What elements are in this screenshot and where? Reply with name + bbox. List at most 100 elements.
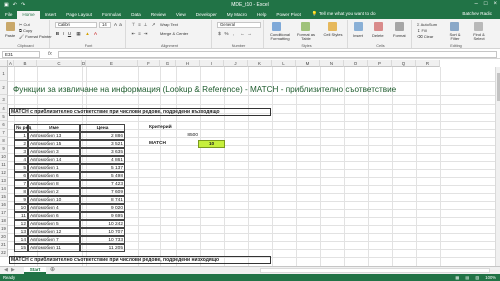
column-header-j[interactable]: J [224, 60, 248, 67]
find-select-icon[interactable] [474, 22, 483, 31]
section-ascending-title[interactable]: MATCH с приблизително съответствие при ч… [9, 108, 271, 116]
next-sheet-icon[interactable]: ▶ [11, 267, 15, 274]
format-cells-icon[interactable] [395, 22, 404, 31]
minimize-icon[interactable]: – [475, 1, 478, 7]
decrease-font-icon[interactable]: a [118, 22, 123, 27]
number-format-select[interactable]: General [217, 22, 261, 28]
fill-color-icon[interactable]: ▲ [85, 31, 90, 36]
tab-home[interactable]: Home [17, 11, 40, 19]
add-sheet-icon[interactable]: ⊕ [50, 267, 55, 274]
percent-icon[interactable]: % [224, 31, 229, 36]
cell-styles-button[interactable]: Cell Styles [322, 33, 344, 37]
row-number-cell[interactable]: 11 [14, 212, 28, 220]
delete-cells-icon[interactable] [374, 22, 383, 31]
prev-sheet-icon[interactable]: ◀ [4, 267, 8, 274]
sort-filter-button[interactable]: Sort & Filter [445, 33, 465, 41]
table-header-cell[interactable]: Цена [80, 124, 125, 132]
tab-insert[interactable]: Insert [40, 11, 62, 19]
align-center-icon[interactable]: ≡ [137, 31, 142, 36]
row-header-20[interactable]: 20 [0, 233, 8, 241]
column-header-e[interactable]: E [86, 60, 138, 67]
price-cell[interactable]: 9 695 [80, 212, 125, 220]
price-cell[interactable]: 10 707 [80, 228, 125, 236]
insert-cells-button[interactable]: Insert [353, 33, 363, 38]
row-header-15[interactable]: 15 [0, 193, 8, 201]
conditional-formatting-button[interactable]: Conditional Formatting [267, 33, 293, 41]
sheet-title[interactable]: Функции за извличане на информация (Look… [13, 85, 396, 94]
price-cell[interactable]: 3 635 [80, 148, 125, 156]
autosum-button[interactable]: Σ AutoSum [417, 22, 437, 27]
page-break-view-icon[interactable]: ▥ [475, 274, 479, 281]
row-number-cell[interactable]: 5 [14, 164, 28, 172]
tell-me-search[interactable]: 💡 Tell me what you want to do [312, 11, 376, 19]
borders-icon[interactable]: ▦ [76, 31, 81, 36]
fill-button[interactable]: ↧ Fill [417, 28, 427, 33]
column-header-l[interactable]: L [272, 60, 296, 67]
row-header-3[interactable]: 3 [0, 95, 8, 104]
price-cell[interactable]: 5 137 [80, 164, 125, 172]
row-header-16[interactable]: 16 [0, 201, 8, 209]
align-bottom-icon[interactable]: ⊥ [143, 22, 148, 27]
row-header-4[interactable]: 4 [0, 104, 8, 113]
formula-input[interactable] [58, 51, 497, 58]
column-header-o[interactable]: O [344, 60, 368, 67]
row-number-cell[interactable]: 6 [14, 172, 28, 180]
fx-icon[interactable]: fx [48, 51, 52, 57]
tab-developer[interactable]: Developer [191, 11, 222, 19]
zoom-level[interactable]: 100% [485, 274, 496, 281]
column-header-r[interactable]: R [416, 60, 440, 67]
table-header-cell[interactable]: Име [28, 124, 80, 132]
tab-page-layout[interactable]: Page Layout [61, 11, 97, 19]
name-cell[interactable]: Автомобил 12 [28, 228, 80, 236]
wrap-text-button[interactable]: Wrap Text [160, 22, 178, 27]
price-cell[interactable]: 11 205 [80, 244, 125, 252]
criteria-label[interactable]: Критерий [149, 125, 172, 130]
name-cell[interactable]: Автомобил 15 [28, 140, 80, 148]
worksheet-grid[interactable]: ABCDEFGHIJKLMNOPQR 1 2 3 4 5 6 7 8 9 10 11 12 13 14 15… [0, 60, 500, 266]
row-number-cell[interactable]: 7 [14, 180, 28, 188]
tab-my-macro[interactable]: My Macro [222, 11, 252, 19]
page-layout-view-icon[interactable]: ▤ [465, 274, 469, 281]
row-header-2[interactable]: 2 [0, 81, 8, 95]
copy-button[interactable]: ⧉ Copy [19, 28, 32, 33]
row-number-cell[interactable]: 14 [14, 236, 28, 244]
column-header-n[interactable]: N [320, 60, 344, 67]
tab-formulas[interactable]: Formulas [97, 11, 126, 19]
name-cell[interactable]: Автомобил 13 [28, 132, 80, 140]
row-number-cell[interactable]: 10 [14, 204, 28, 212]
row-header-6[interactable]: 6 [0, 121, 8, 129]
price-cell[interactable]: 8 741 [80, 196, 125, 204]
criteria-value[interactable]: 8500 [180, 133, 198, 138]
cell-styles-icon[interactable] [328, 22, 337, 31]
price-cell[interactable]: 2 886 [80, 132, 125, 140]
tab-help[interactable]: Help [252, 11, 271, 19]
name-cell[interactable]: Автомобил 1 [28, 164, 80, 172]
orientation-icon[interactable]: ↗ [151, 22, 156, 27]
tab-power-pivot[interactable]: Power Pivot [271, 11, 306, 19]
maximize-icon[interactable]: □ [484, 1, 488, 7]
align-middle-icon[interactable]: ≡ [137, 22, 142, 27]
row-number-cell[interactable]: 1 [14, 132, 28, 140]
find-select-button[interactable]: Find & Select [468, 33, 490, 41]
align-right-icon[interactable]: ⇥ [143, 31, 148, 36]
format-as-table-icon[interactable] [301, 22, 310, 31]
align-top-icon[interactable]: ⊤ [131, 22, 136, 27]
tab-review[interactable]: Review [146, 11, 171, 19]
currency-icon[interactable]: $ [217, 31, 222, 36]
delete-cells-button[interactable]: Delete [372, 33, 384, 38]
match-result-cell[interactable]: 10 [198, 140, 225, 148]
vertical-scrollbar[interactable] [495, 67, 500, 266]
name-cell[interactable]: Автомобил 14 [28, 156, 80, 164]
price-cell[interactable]: 10 242 [80, 220, 125, 228]
row-number-cell[interactable]: 4 [14, 156, 28, 164]
price-cell[interactable]: 4 861 [80, 156, 125, 164]
row-header-18[interactable]: 18 [0, 217, 8, 225]
name-cell[interactable]: Автомобил 11 [28, 244, 80, 252]
name-cell[interactable]: Автомобил 5 [28, 220, 80, 228]
match-label[interactable]: MATCH [149, 141, 166, 146]
name-cell[interactable]: Автомобил 10 [28, 196, 80, 204]
row-number-cell[interactable]: 15 [14, 244, 28, 252]
underline-icon[interactable]: U [67, 31, 72, 36]
close-icon[interactable]: × [493, 1, 497, 7]
column-header-p[interactable]: P [368, 60, 392, 67]
